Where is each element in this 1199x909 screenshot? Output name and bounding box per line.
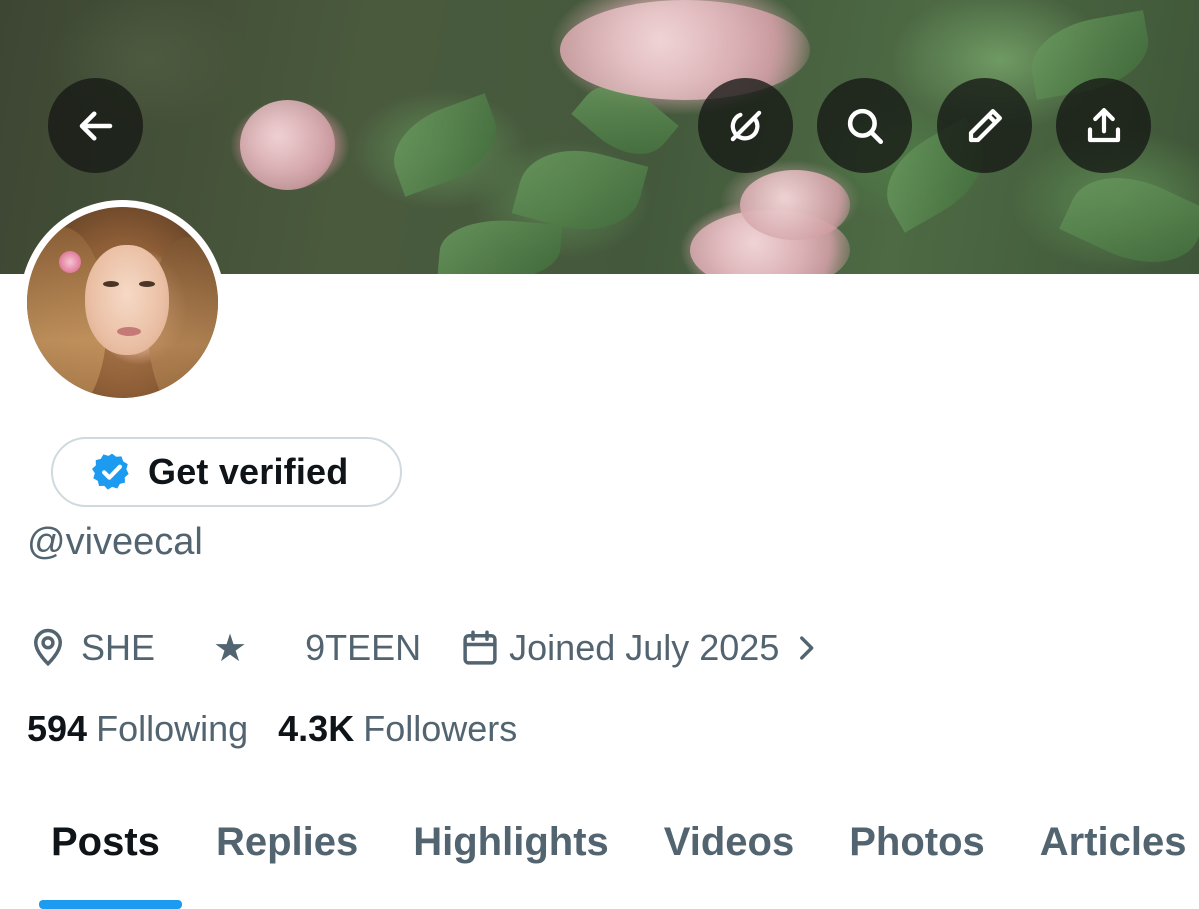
- chevron-right-icon: [800, 636, 814, 660]
- calendar-icon: [463, 630, 497, 665]
- followers-link[interactable]: 4.3K Followers: [278, 708, 517, 750]
- verified-badge-icon: [92, 453, 129, 490]
- tab-posts[interactable]: Posts: [51, 812, 160, 865]
- profile-handle: @viveecal: [27, 521, 203, 563]
- star-glyph: ★: [213, 627, 248, 670]
- profile-meta: SHE ★ 9TEEN Joined July 2025: [27, 620, 823, 676]
- get-verified-label: Get verified: [148, 451, 349, 492]
- followers-label: Followers: [363, 708, 518, 749]
- share-button[interactable]: [1056, 78, 1151, 173]
- avatar-image: [27, 207, 218, 398]
- profile-page: Get verified @viveecal SHE ★ 9TEEN Joine…: [0, 0, 1199, 909]
- joined-item[interactable]: Joined July 2025: [459, 627, 823, 669]
- edit-button[interactable]: [937, 78, 1032, 173]
- avatar-eye-left: [103, 281, 119, 287]
- profile-tabs: Posts Replies Highlights Videos Photos A…: [0, 812, 1199, 909]
- search-button[interactable]: [817, 78, 912, 173]
- location-item: SHE: [27, 627, 155, 669]
- following-link[interactable]: 594 Following: [27, 708, 248, 750]
- avatar[interactable]: [20, 200, 225, 405]
- avatar-eye-right: [139, 281, 155, 287]
- followers-count: 4.3K: [278, 708, 355, 749]
- banner-rose: [240, 100, 335, 190]
- banner-leaf: [381, 93, 509, 197]
- following-label: Following: [96, 708, 249, 749]
- joined-text: Joined July 2025: [509, 627, 780, 668]
- location-pin-icon: [33, 628, 63, 667]
- location-text: SHE: [81, 627, 156, 668]
- bio-link[interactable]: 9TEEN: [305, 627, 421, 669]
- avatar-lips: [117, 327, 141, 336]
- tab-photos[interactable]: Photos: [849, 812, 985, 865]
- banner-leaf: [1059, 156, 1199, 274]
- avatar-flower: [59, 251, 81, 273]
- search-icon: [847, 108, 883, 144]
- get-verified-button[interactable]: Get verified: [51, 437, 402, 507]
- banner-leaf: [437, 214, 563, 274]
- tab-articles[interactable]: Articles: [1040, 812, 1187, 865]
- grok-icon: [730, 110, 761, 141]
- share-icon: [1087, 107, 1120, 142]
- active-tab-indicator: [39, 900, 182, 909]
- pencil-icon: [968, 108, 1002, 142]
- tab-highlights[interactable]: Highlights: [413, 812, 609, 865]
- profile-stats: 594 Following 4.3K Followers: [27, 708, 517, 750]
- arrow-left-icon: [79, 110, 112, 141]
- tab-videos[interactable]: Videos: [664, 812, 794, 865]
- tab-replies[interactable]: Replies: [216, 812, 358, 865]
- grok-button[interactable]: [698, 78, 793, 173]
- avatar-face: [85, 245, 169, 355]
- back-button[interactable]: [48, 78, 143, 173]
- banner-rose: [560, 0, 810, 100]
- following-count: 594: [27, 708, 88, 749]
- banner-rose: [740, 170, 850, 240]
